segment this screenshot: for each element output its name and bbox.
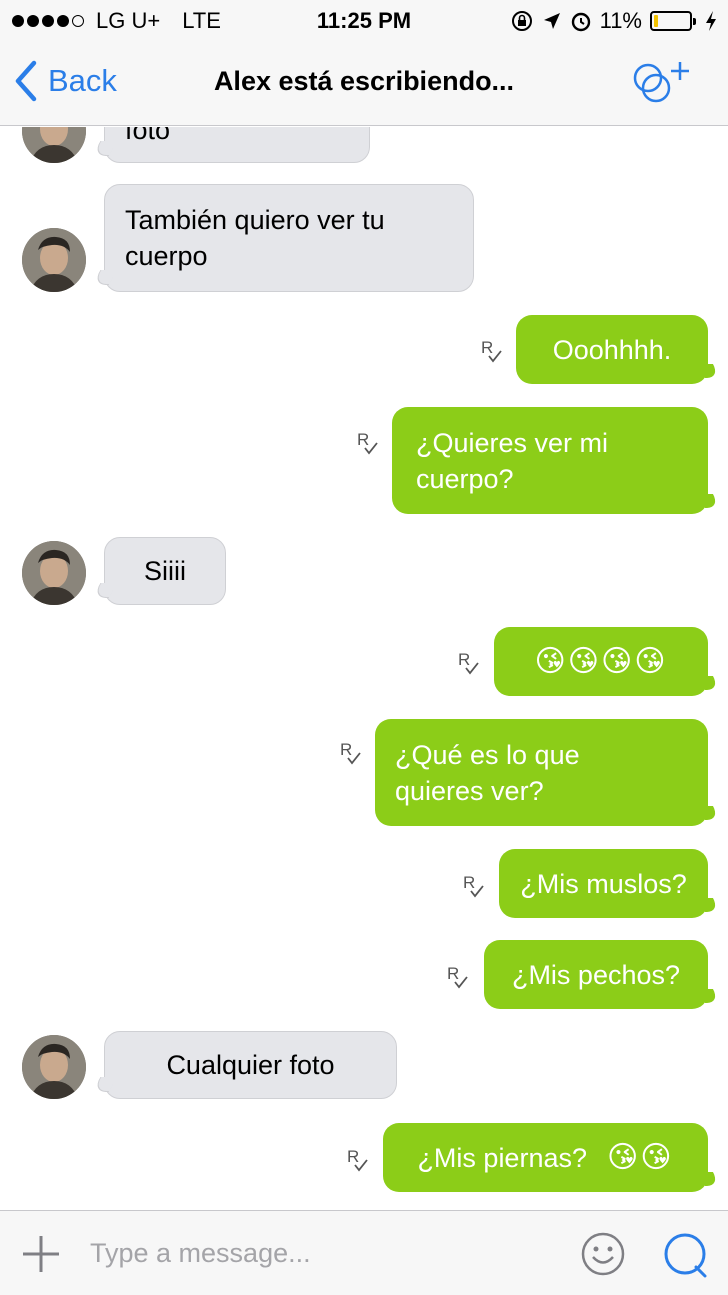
location-arrow-icon bbox=[543, 13, 560, 29]
message-list[interactable]: Mandame una foto También quiero ver tu c… bbox=[0, 127, 728, 1210]
contact-avatar[interactable] bbox=[22, 541, 86, 605]
svg-text:R: R bbox=[458, 650, 470, 669]
add-participants-icon[interactable] bbox=[628, 56, 698, 106]
chat-bubble-send-icon[interactable] bbox=[662, 1231, 710, 1279]
kissing-face-emoji: 😘😘😘😘 bbox=[534, 643, 668, 679]
message-text: Mandame una foto bbox=[125, 127, 171, 145]
read-receipt-icon: R bbox=[340, 739, 364, 767]
page-title: Alex está escribiendo... bbox=[213, 66, 515, 96]
read-receipt-icon: R bbox=[447, 963, 471, 991]
message-bubble-outgoing[interactable]: ¿Mis pechos? bbox=[484, 940, 708, 1009]
svg-text:R: R bbox=[357, 430, 369, 449]
read-receipt-icon: R bbox=[481, 337, 505, 365]
message-bubble-outgoing[interactable]: ¿Quieres ver mi cuerpo? bbox=[392, 407, 708, 514]
svg-text:R: R bbox=[447, 964, 459, 983]
read-receipt-icon: R bbox=[463, 872, 487, 900]
svg-text:R: R bbox=[340, 740, 352, 759]
alarm-icon bbox=[571, 12, 590, 32]
status-right: 11% bbox=[510, 8, 718, 34]
message-text-line: quieres ver? bbox=[395, 775, 544, 806]
contact-avatar[interactable] bbox=[22, 1035, 86, 1099]
message-bubble-incoming[interactable]: Mandame una foto bbox=[104, 127, 370, 163]
read-receipt-icon: R bbox=[357, 429, 381, 457]
message-text: ¿Mis pechos? bbox=[511, 959, 681, 990]
message-text: ¿Mis muslos? bbox=[520, 868, 687, 899]
nav-bar: Back Alex está escribiendo... bbox=[0, 40, 728, 126]
emoji-picker-icon[interactable] bbox=[580, 1231, 626, 1277]
message-bubble-outgoing[interactable]: 😘😘😘😘 bbox=[494, 627, 708, 696]
avatar-photo-icon bbox=[22, 127, 86, 163]
message-text-line: cuerpo bbox=[125, 241, 208, 271]
message-text: Siiii bbox=[143, 556, 186, 586]
kissing-face-emoji: 😘😘 bbox=[607, 1139, 674, 1175]
message-bubble-incoming[interactable]: Siiii bbox=[104, 537, 226, 605]
avatar-photo-icon bbox=[22, 1035, 86, 1099]
status-bar: LG U+ LTE 11:25 PM 11% bbox=[0, 0, 728, 40]
read-receipt-icon: R bbox=[458, 649, 482, 677]
message-text-line: cuerpo? bbox=[416, 463, 514, 494]
message-text: ¿Mis piernas? bbox=[417, 1142, 587, 1173]
svg-text:R: R bbox=[481, 338, 493, 357]
message-text: Cualquier foto bbox=[166, 1050, 335, 1080]
plus-icon[interactable] bbox=[20, 1233, 62, 1275]
message-bubble-outgoing[interactable]: ¿Mis muslos? bbox=[499, 849, 708, 918]
avatar-photo-icon bbox=[22, 228, 86, 292]
rotation-lock-icon bbox=[511, 11, 532, 31]
contact-avatar[interactable] bbox=[22, 228, 86, 292]
avatar-photo-icon bbox=[22, 541, 86, 605]
message-bubble-outgoing[interactable]: ¿Mis piernas? 😘😘 bbox=[383, 1123, 708, 1192]
battery-percent: 11% bbox=[599, 8, 642, 33]
svg-text:R: R bbox=[347, 1147, 359, 1166]
message-text-line: ¿Quieres ver mi bbox=[416, 427, 609, 458]
read-receipt-icon: R bbox=[347, 1146, 371, 1174]
message-bubble-outgoing[interactable]: ¿Qué es lo que quieres ver? bbox=[375, 719, 708, 826]
message-text-line: También quiero ver tu bbox=[125, 205, 385, 235]
battery-icon bbox=[650, 11, 696, 31]
message-bubble-incoming[interactable]: Cualquier foto bbox=[104, 1031, 397, 1099]
message-input[interactable] bbox=[90, 1231, 550, 1275]
contact-avatar[interactable] bbox=[22, 127, 86, 163]
message-text: Ooohhhh. bbox=[552, 334, 672, 365]
message-text-line: ¿Qué es lo que bbox=[395, 739, 580, 770]
charging-bolt-icon bbox=[706, 11, 716, 31]
message-composer bbox=[0, 1210, 728, 1295]
message-bubble-incoming[interactable]: También quiero ver tu cuerpo bbox=[104, 184, 474, 292]
svg-text:R: R bbox=[463, 873, 475, 892]
message-bubble-outgoing[interactable]: Ooohhhh. bbox=[516, 315, 708, 384]
